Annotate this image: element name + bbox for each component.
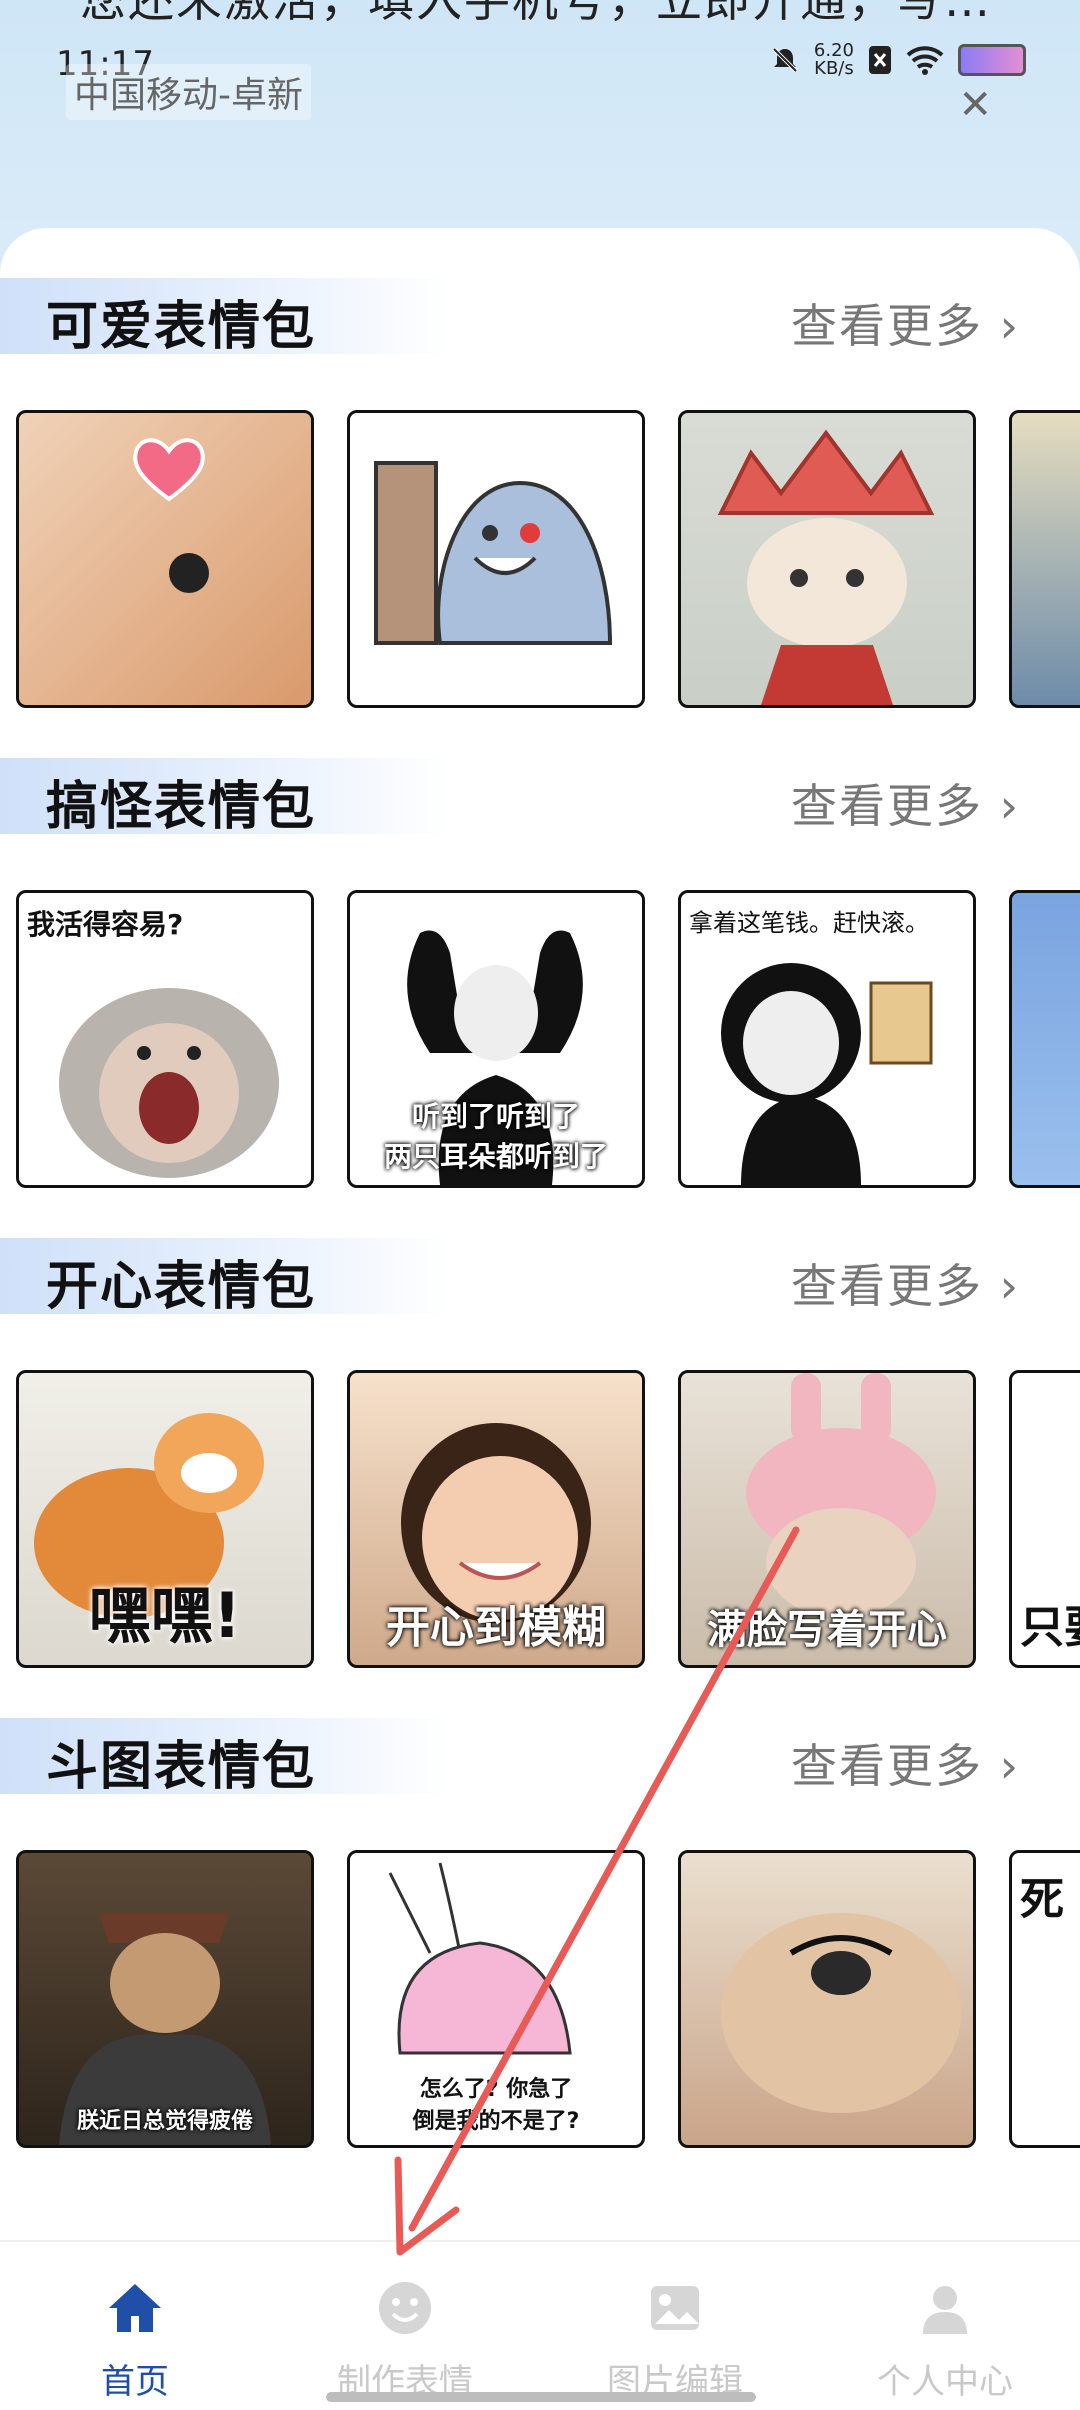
activation-banner-text: 您还未激活，填入手机号，立即开通，写… (80, 0, 992, 27)
crown-cat (717, 429, 935, 705)
net-speed: 6.20 KB/s (813, 40, 854, 79)
nav-item-home[interactable]: 首页 (0, 2278, 270, 2403)
home-icon (109, 2284, 161, 2332)
seal-cartoon (374, 461, 613, 645)
wifi-icon (906, 46, 944, 75)
nav-item-image-edit[interactable]: 图片编辑 (540, 2278, 810, 2403)
section-funny: 搞怪表情包 查看更多 › 我活得容易? 听到了听到了 两只耳朵都听到了 拿着这笔… (0, 708, 1080, 1188)
emperor-image (59, 1913, 271, 2145)
sim-icon (869, 46, 891, 74)
sticker-caption: 只要 (1020, 1602, 1080, 1653)
sticker-caption: 拿着这笔钱。赶快滚。 (689, 909, 929, 937)
sticker-caption: 我活得容易? (27, 908, 184, 941)
nav-item-profile[interactable]: 个人中心 (810, 2278, 1080, 2403)
sticker-caption: 朕近日总觉得疲倦 (76, 2109, 253, 2134)
card-row: 朕近日总觉得疲倦 怎么了? 你急了 倒是我的不是了? 死 (16, 1850, 1080, 2150)
section-cute: 可爱表情包 查看更多 › (0, 228, 1080, 708)
nav-item-make-sticker[interactable]: 制作表情 (270, 2278, 540, 2403)
sticker-caption: 听到了听到了 两只耳朵都听到了 (383, 1100, 608, 1173)
status-icons: 6.20 KB/s (770, 42, 1026, 78)
sticker-card-bunny-hat-cat[interactable]: 满脸写着开心 (678, 1370, 976, 1668)
sticker-caption: 满脸写着开心 (707, 1607, 947, 1653)
carrier-label: 中国移动-卓新 (66, 64, 311, 120)
nav-label: 首页 (101, 2362, 169, 2402)
sticker-card-dog-lashes[interactable] (678, 1850, 976, 2148)
sticker-caption: 开心到模糊 (386, 1602, 606, 1653)
image-icon (651, 2286, 699, 2330)
sticker-card-emperor[interactable]: 朕近日总觉得疲倦 (16, 1850, 314, 2148)
section-happy: 开心表情包 查看更多 › 嘿嘿! 开心到模糊 满脸写着开心 只要 (0, 1188, 1080, 1668)
bottom-nav: 首页 制作表情 图片编辑 个人中心 (0, 2240, 1080, 2410)
nav-label: 个人中心 (877, 2362, 1013, 2402)
sticker-card-child[interactable]: 开心到模糊 (347, 1370, 645, 1668)
sticker-card-partial[interactable] (1009, 890, 1080, 1188)
section-title: 开心表情包 (46, 1257, 317, 1317)
home-indicator[interactable] (326, 2392, 756, 2402)
dog-face-image (721, 1913, 961, 2113)
sticker-card-orange-cat[interactable]: 嘿嘿! (16, 1370, 314, 1668)
sticker-card-pink-bunny[interactable]: 怎么了? 你急了 倒是我的不是了? (347, 1850, 645, 2148)
sticker-card-monk-cat[interactable] (678, 410, 976, 708)
sticker-card-seal[interactable] (347, 410, 645, 708)
close-icon[interactable]: ✕ (958, 82, 992, 128)
main-content: 可爱表情包 查看更多 › 搞怪表情包 查看更多 › 我活得容易? 听到了听到了 … (0, 228, 1080, 2248)
sticker-card-panda-money[interactable]: 拿着这笔钱。赶快滚。 (678, 890, 976, 1188)
sticker-caption: 嘿嘿! (88, 1579, 242, 1652)
see-more-link[interactable]: 查看更多 › (791, 290, 1020, 356)
sticker-card-cats[interactable] (16, 410, 314, 708)
sticker-caption: 死 (1020, 1874, 1064, 1925)
battery-icon (958, 44, 1026, 76)
card-row (16, 410, 1080, 710)
mute-bell-icon (772, 47, 798, 73)
sticker-card-partial[interactable]: 死 (1009, 1850, 1080, 2148)
person-icon (923, 2286, 967, 2334)
smile-icon (379, 2282, 431, 2334)
see-more-link[interactable]: 查看更多 › (791, 1250, 1020, 1316)
section-battle: 斗图表情包 查看更多 › 朕近日总觉得疲倦 怎么了? 你急了 倒是我的不是了? … (0, 1668, 1080, 2148)
sticker-caption: 怎么了? 你急了 倒是我的不是了? (412, 2077, 580, 2134)
card-row: 嘿嘿! 开心到模糊 满脸写着开心 只要 (16, 1370, 1080, 1670)
card-row: 我活得容易? 听到了听到了 两只耳朵都听到了 拿着这笔钱。赶快滚。 (16, 890, 1080, 1190)
sticker-card-monkey[interactable]: 我活得容易? (16, 890, 314, 1188)
see-more-link[interactable]: 查看更多 › (791, 1730, 1020, 1796)
cat-eye (169, 553, 209, 593)
section-title: 可爱表情包 (46, 297, 317, 357)
section-title: 斗图表情包 (46, 1737, 317, 1797)
sticker-card-panda-ears[interactable]: 听到了听到了 两只耳朵都听到了 (347, 890, 645, 1188)
see-more-link[interactable]: 查看更多 › (791, 770, 1020, 836)
heart-icon (133, 438, 205, 502)
section-title: 搞怪表情包 (46, 777, 317, 837)
sticker-card-partial[interactable] (1009, 410, 1080, 708)
sticker-card-partial[interactable]: 只要 (1009, 1370, 1080, 1668)
